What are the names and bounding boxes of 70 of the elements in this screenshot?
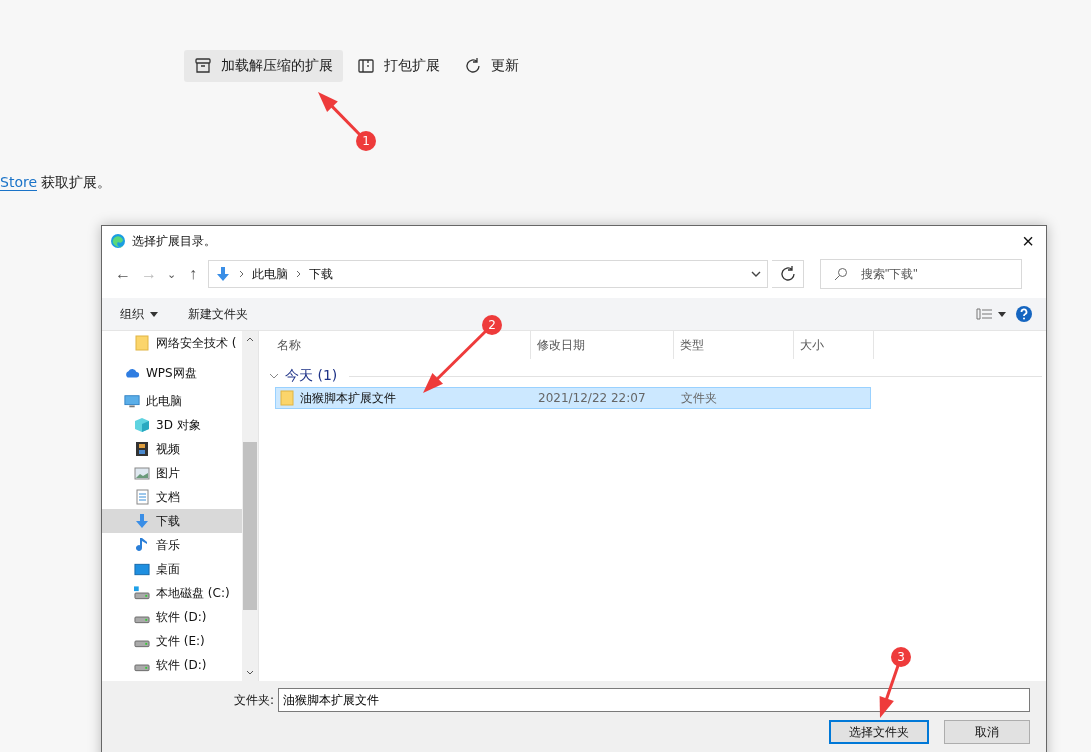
chevron-down-icon[interactable] [751,271,761,277]
toolbar-button[interactable]: 更新 [454,50,529,82]
breadcrumb-item[interactable]: 下载 [309,265,333,283]
dropdown-triangle-icon [150,311,158,317]
column-header[interactable]: 类型 [674,331,794,359]
step-number-badge: 1 [356,131,376,151]
drive-icon [134,586,150,600]
chevron-right-icon [296,270,301,278]
cloud-icon [124,367,140,379]
refresh-icon [778,265,797,283]
store-link[interactable]: Store [0,174,37,191]
folder-label: 文件夹: [233,691,274,709]
dialog-button[interactable]: 选择文件夹 [829,720,929,744]
window-title: 选择扩展目录。 [132,232,217,250]
toolbar-button[interactable]: 加载解压缩的扩展 [184,50,343,82]
close-button[interactable]: × [1018,231,1038,251]
sidebar-item[interactable]: 桌面 [102,557,242,581]
sidebar-item[interactable]: 文件 (E:) [102,629,242,653]
refresh-icon [464,57,482,75]
download-arrow-icon [134,513,150,529]
scrollbar[interactable] [242,331,258,681]
desktop-icon [134,562,150,576]
sidebar-item[interactable]: 此电脑 [102,389,242,413]
file-row[interactable]: 油猴脚本扩展文件 2021/12/22 22:07 文件夹 [275,387,871,409]
folder-icon [280,390,294,406]
toolbar-button[interactable]: 打包扩展 [347,50,450,82]
image-icon [134,466,150,480]
back-button[interactable]: ← [112,265,134,283]
search-field[interactable]: 搜索"下载" [820,259,1022,289]
monitor-icon [124,393,140,409]
music-note-icon [136,537,148,553]
sidebar-item[interactable]: 网络安全技术 ( [102,331,242,355]
search-icon [834,267,848,281]
view-options-icon[interactable] [976,308,1008,320]
dialog-button[interactable]: 取消 [944,720,1030,744]
package-icon [357,57,375,75]
archive-box-icon [194,57,212,75]
sidebar-item[interactable]: 3D 对象 [102,413,242,437]
folder-name-field[interactable]: 油猴脚本扩展文件 [278,688,1030,712]
sidebar-item[interactable]: 图片 [102,461,242,485]
help-icon[interactable] [1016,306,1032,322]
download-arrow-icon [215,266,231,282]
chevron-right-icon [239,270,244,278]
film-icon [135,441,149,457]
refresh-button[interactable] [772,260,804,288]
command-button[interactable]: 新建文件夹 [188,305,256,323]
browser-logo-icon [110,233,126,249]
cube-icon [134,417,150,433]
breadcrumb-item[interactable]: 此电脑 [252,265,288,283]
sidebar-item[interactable]: 文档 [102,485,242,509]
folder-icon [135,335,149,351]
address-bar[interactable]: 此电脑 下载 [208,260,768,288]
document-icon [135,489,149,505]
sidebar-item[interactable]: 软件 (D:) [102,653,242,677]
recent-button[interactable]: ⌄ [164,267,178,281]
sidebar-item[interactable]: 下载 [102,509,242,533]
scroll-down-icon[interactable] [246,670,254,675]
group-header[interactable]: 今天 (1) [265,365,1046,387]
column-header[interactable]: 大小 [794,331,874,359]
sidebar-item[interactable]: 本地磁盘 (C:) [102,581,242,605]
sidebar-item[interactable]: 软件 (D:) [102,605,242,629]
up-button[interactable]: ↑ [182,265,204,283]
command-button[interactable]: 组织 [120,305,166,323]
sidebar-item[interactable]: 音乐 [102,533,242,557]
scroll-up-icon[interactable] [246,337,254,342]
column-header[interactable]: 修改日期 [531,331,674,359]
chevron-icon [269,372,279,380]
sidebar-item[interactable]: WPS网盘 [102,361,242,385]
sidebar-item[interactable]: 视频 [102,437,242,461]
store-text: 获取扩展。 [41,174,112,190]
